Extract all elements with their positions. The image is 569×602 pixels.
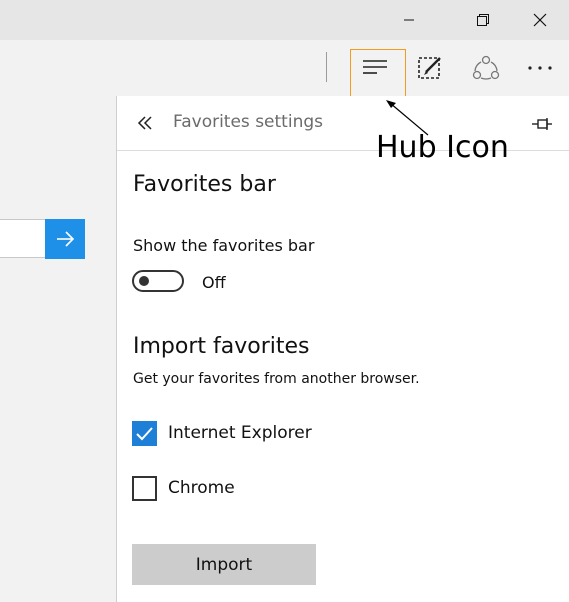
favorites-bar-toggle-label: Show the favorites bar [133, 236, 315, 255]
favorites-settings-panel: Favorites settings Favorites bar Show th… [116, 96, 569, 602]
favorites-bar-heading: Favorites bar [133, 172, 276, 197]
go-button[interactable] [45, 219, 85, 259]
web-note-button[interactable] [410, 48, 450, 88]
toolbar-divider [326, 52, 327, 82]
minimize-button[interactable] [386, 0, 432, 40]
chrome-checkbox[interactable] [132, 476, 157, 501]
double-chevron-left-icon [137, 116, 152, 130]
chrome-label: Chrome [168, 478, 235, 498]
web-note-icon [418, 57, 441, 79]
toggle-knob [139, 276, 149, 286]
import-button[interactable]: Import [132, 544, 316, 585]
toggle-state-text: Off [202, 273, 226, 292]
more-icon [528, 66, 552, 70]
checkmark-icon [136, 427, 153, 441]
restore-button[interactable] [460, 0, 506, 40]
title-bar [0, 0, 569, 40]
restore-icon [477, 14, 489, 26]
internet-explorer-label: Internet Explorer [168, 423, 312, 443]
pin-button[interactable] [531, 113, 553, 135]
search-input[interactable] [0, 219, 45, 258]
arrow-right-icon [57, 231, 75, 247]
share-icon [472, 55, 500, 80]
hub-icon-annotation: Hub Icon [376, 130, 509, 165]
internet-explorer-checkbox[interactable] [132, 421, 157, 446]
minimize-icon [404, 19, 414, 21]
back-button[interactable] [137, 110, 157, 136]
panel-title: Favorites settings [173, 112, 323, 132]
import-favorites-heading: Import favorites [133, 334, 310, 359]
hub-highlight-box [350, 49, 406, 99]
more-button[interactable] [520, 48, 560, 88]
pin-icon [532, 118, 552, 130]
browser-toolbar [0, 40, 569, 96]
close-button[interactable] [517, 0, 563, 40]
import-favorites-subtitle: Get your favorites from another browser. [133, 371, 420, 387]
favorites-bar-toggle[interactable] [132, 270, 184, 292]
close-icon [533, 13, 547, 27]
share-button[interactable] [466, 48, 506, 88]
